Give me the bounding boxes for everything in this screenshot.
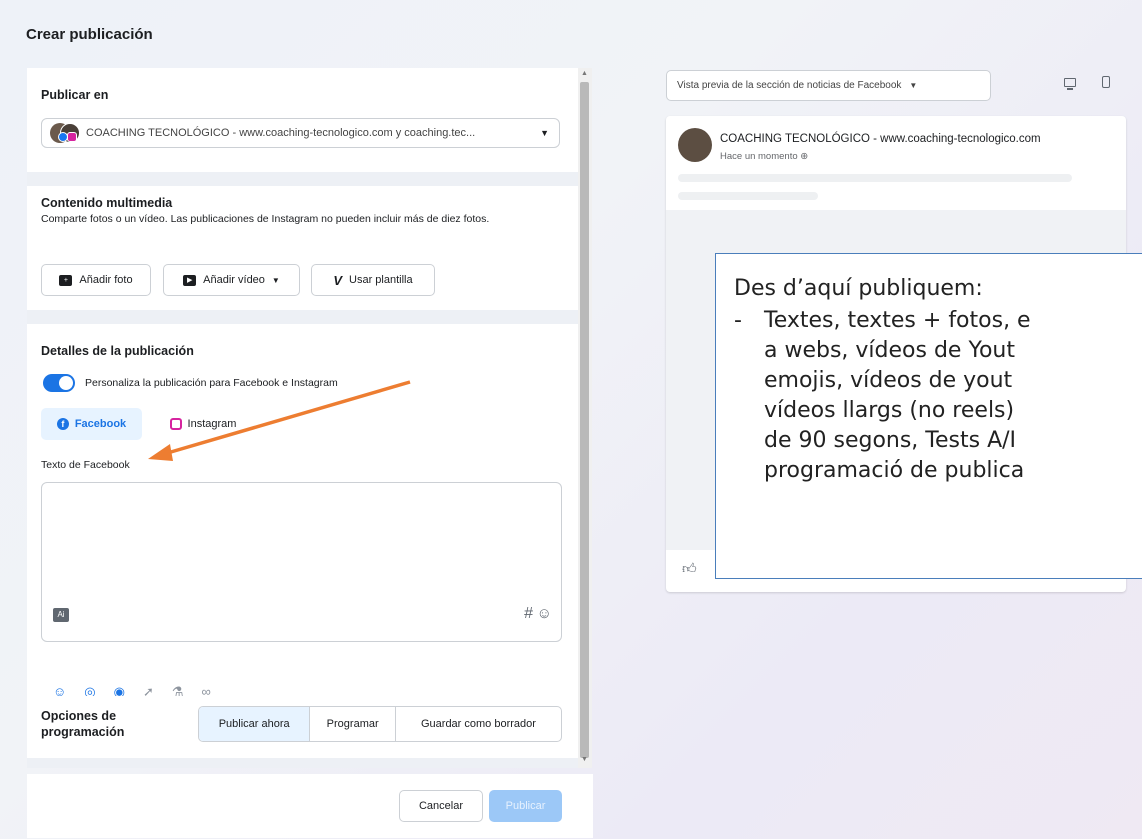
publish-button[interactable]: Publicar	[489, 790, 562, 822]
annotation-callout: Des d’aquí publiquem: - Textes, textes +…	[715, 253, 1142, 579]
instagram-badge-icon	[67, 132, 77, 142]
text-placeholder	[678, 174, 1072, 182]
use-template-button[interactable]: V Usar plantilla	[311, 264, 435, 296]
chevron-down-icon: ▼	[540, 128, 549, 138]
callout-line: programació de publica	[764, 458, 1025, 483]
callout-heading: Des d’aquí publiquem:	[734, 276, 983, 301]
chevron-down-icon: ▼	[909, 81, 918, 90]
callout-line: vídeos llargs (no reels)	[764, 398, 1015, 423]
composer-footer: Cancelar Publicar	[27, 774, 593, 838]
schedule-option[interactable]: Programar	[310, 707, 396, 741]
list-dash: -	[734, 308, 742, 333]
mobile-preview-icon[interactable]	[1102, 76, 1110, 88]
page-avatars	[50, 123, 80, 143]
composer-scrollbar-thumb[interactable]	[580, 82, 589, 758]
desktop-stand	[1067, 88, 1073, 90]
add-video-button[interactable]: ▶ Añadir vídeo ▼	[163, 264, 300, 296]
preview-timestamp: Hace un momento ⊕	[720, 151, 809, 162]
scroll-up-icon[interactable]: ▲	[581, 70, 588, 77]
desktop-preview-icon[interactable]	[1064, 78, 1076, 87]
chevron-down-icon: ▼	[271, 275, 280, 285]
page-selector[interactable]: COACHING TECNOLÓGICO - www.coaching-tecn…	[41, 118, 560, 148]
add-photo-label: Añadir foto	[79, 274, 133, 286]
callout-line: emojis, vídeos de yout	[764, 368, 1013, 393]
callout-list: - Textes, textes + fotos, e a webs, víde…	[734, 306, 1142, 486]
emoji-icon[interactable]: ☺	[537, 605, 552, 622]
details-title: Detalles de la publicación	[41, 344, 194, 358]
photo-icon: +	[59, 274, 73, 286]
media-title: Contenido multimedia	[41, 196, 173, 210]
page-title: Crear publicación	[26, 26, 153, 43]
cancel-button[interactable]: Cancelar	[399, 790, 483, 822]
template-icon: V	[333, 272, 343, 288]
globe-icon: ⊕	[800, 151, 809, 162]
add-video-label: Añadir vídeo	[203, 274, 265, 286]
callout-line: a webs, vídeos de Yout	[764, 338, 1016, 363]
text-placeholder	[678, 192, 818, 200]
scroll-down-icon[interactable]: ▼	[581, 756, 588, 763]
publish-in-section: Publicar en COACHING TECNOLÓGICO - www.c…	[27, 68, 578, 172]
facebook-text-input[interactable]: Ai # ☺	[41, 482, 562, 642]
scheduling-title: Opciones de programación	[41, 709, 125, 739]
selected-page-label: COACHING TECNOLÓGICO - www.coaching-tecn…	[86, 127, 476, 139]
add-photo-button[interactable]: + Añadir foto	[41, 264, 151, 296]
ai-text-icon[interactable]: Ai	[53, 608, 69, 622]
hashtag-icon[interactable]: #	[524, 605, 533, 623]
facebook-text-label: Texto de Facebook	[41, 459, 130, 471]
facebook-icon: f	[56, 418, 69, 430]
media-description: Comparte fotos o un vídeo. Las publicaci…	[41, 213, 490, 225]
like-icon: 👍︎	[682, 560, 697, 576]
tab-facebook-label: Facebook	[74, 418, 127, 430]
customize-toggle[interactable]	[43, 374, 75, 392]
use-template-label: Usar plantilla	[349, 274, 413, 286]
scheduling-options: Publicar ahora Programar Guardar como bo…	[198, 706, 562, 742]
save-draft-option[interactable]: Guardar como borrador	[396, 707, 561, 741]
callout-line: Textes, textes + fotos, e	[764, 308, 1031, 333]
callout-line: de 90 segons, Tests A/I	[764, 428, 1017, 453]
preview-selector[interactable]: Vista previa de la sección de noticias d…	[666, 70, 991, 101]
publish-in-title: Publicar en	[41, 88, 109, 102]
video-icon: ▶	[183, 274, 197, 286]
avatar	[678, 128, 712, 162]
media-section: Contenido multimedia Comparte fotos o un…	[27, 186, 578, 310]
publish-now-option[interactable]: Publicar ahora	[199, 707, 311, 741]
preview-selector-label: Vista previa de la sección de noticias d…	[677, 80, 902, 91]
tab-facebook[interactable]: f Facebook	[41, 408, 142, 440]
preview-page-name: COACHING TECNOLÓGICO - www.coaching-tecn…	[720, 133, 1041, 145]
annotation-arrow	[148, 380, 411, 461]
